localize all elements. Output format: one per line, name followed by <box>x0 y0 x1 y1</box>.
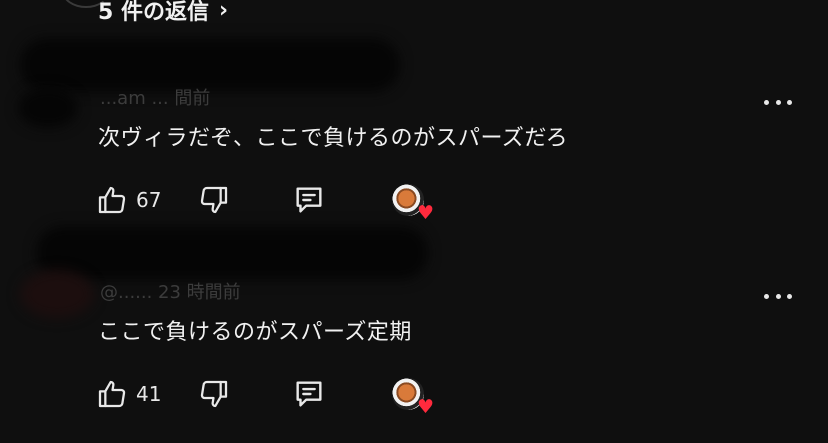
like-count: 41 <box>136 382 162 406</box>
chevron-right-icon: › <box>218 0 229 23</box>
comment-text: 次ヴィラだぞ、ここで負けるのがスパーズだろ <box>98 126 569 151</box>
replies-label: 5 件の返信 <box>98 0 209 25</box>
comment-actions: 67 ♥ <box>96 182 434 223</box>
creator-heart-icon: ♥ <box>392 183 434 223</box>
comment-meta: ...am ... 間前 <box>100 88 211 109</box>
like-count: 67 <box>136 188 162 212</box>
redacted-header <box>36 226 428 280</box>
reply-icon <box>296 187 322 213</box>
comment-meta: @...... 23 時間前 <box>100 282 241 303</box>
thumbs-up-icon <box>98 186 126 214</box>
like-button[interactable]: 41 <box>96 378 176 410</box>
reply-button[interactable] <box>292 183 326 217</box>
dislike-button[interactable] <box>198 184 230 216</box>
thumbs-down-icon <box>200 380 228 408</box>
more-options-button[interactable] <box>764 291 792 301</box>
reply-icon <box>296 381 322 407</box>
heart-icon: ♥ <box>416 396 434 418</box>
dislike-button[interactable] <box>198 378 230 410</box>
thumbs-up-icon <box>98 380 126 408</box>
view-replies-button[interactable]: 5 件の返信 › <box>98 0 228 26</box>
redacted-avatar <box>20 270 94 318</box>
redacted-avatar <box>18 88 78 128</box>
comment-thread: 5 件の返信 › ...am ... 間前 次ヴィラだぞ、ここで負けるのがスパー… <box>0 0 828 443</box>
heart-icon: ♥ <box>416 202 434 224</box>
comment-actions: 41 ♥ <box>96 376 434 417</box>
reply-button[interactable] <box>292 377 326 411</box>
more-options-button[interactable] <box>764 97 792 107</box>
creator-heart-icon: ♥ <box>392 377 434 417</box>
comment-text: ここで負けるのがスパーズ定期 <box>98 320 412 345</box>
thumbs-down-icon <box>200 186 228 214</box>
like-button[interactable]: 67 <box>96 184 176 216</box>
